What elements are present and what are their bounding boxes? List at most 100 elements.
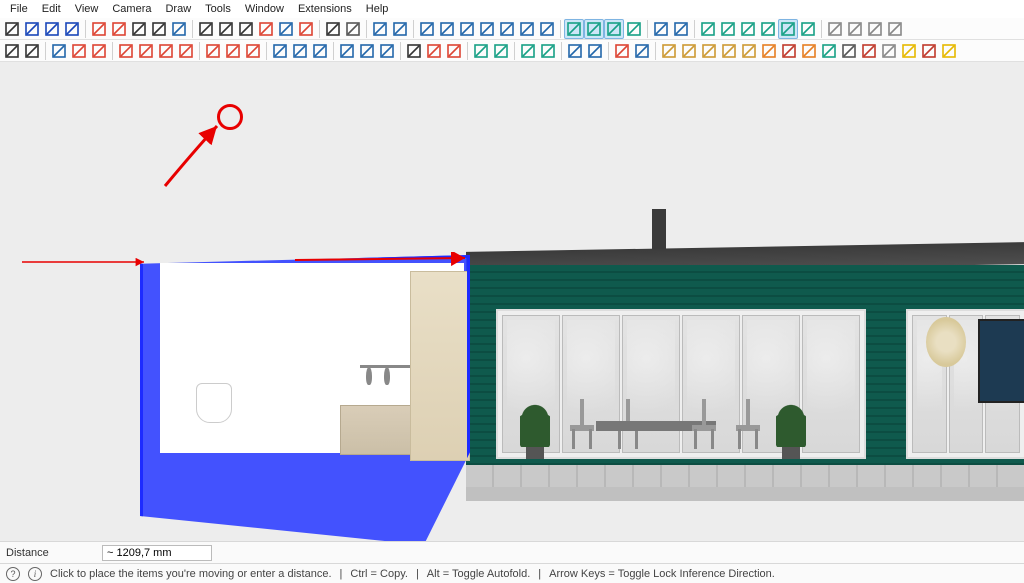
menu-help[interactable]: Help xyxy=(360,2,395,16)
solid-tools-5[interactable] xyxy=(778,19,798,39)
menu-edit[interactable]: Edit xyxy=(36,2,67,16)
settings-button[interactable] xyxy=(585,41,605,61)
plugin-a2[interactable] xyxy=(632,41,652,61)
help-icon[interactable]: ? xyxy=(6,567,20,581)
extension-button-3[interactable] xyxy=(865,19,885,39)
cube-tool[interactable] xyxy=(819,41,839,61)
folder-red-button[interactable] xyxy=(779,41,799,61)
box-tool[interactable] xyxy=(799,41,819,61)
redo-button[interactable] xyxy=(390,19,410,39)
front-view-button[interactable] xyxy=(604,19,624,39)
layers-4-button[interactable] xyxy=(538,41,558,61)
extension-button-1[interactable] xyxy=(825,19,845,39)
folder-orange-button[interactable] xyxy=(759,41,779,61)
arrow-tool[interactable] xyxy=(22,41,42,61)
zoom-2-tool[interactable] xyxy=(404,41,424,61)
look-around-tool[interactable] xyxy=(343,19,363,39)
paint-2-tool[interactable] xyxy=(739,41,759,61)
distance-input[interactable] xyxy=(102,545,212,561)
section-plane-tool[interactable] xyxy=(310,41,330,61)
iso-view-button[interactable] xyxy=(564,19,584,39)
report-button[interactable] xyxy=(565,41,585,61)
menu-window[interactable]: Window xyxy=(239,2,290,16)
selected-section-group[interactable] xyxy=(140,255,470,541)
menu-tools[interactable]: Tools xyxy=(199,2,237,16)
print-button[interactable] xyxy=(517,19,537,39)
3d-warehouse-button[interactable] xyxy=(437,19,457,39)
paint-tool[interactable] xyxy=(719,41,739,61)
extension-button-4[interactable] xyxy=(885,19,905,39)
solid-tools-2[interactable] xyxy=(718,19,738,39)
menu-file[interactable]: File xyxy=(4,2,34,16)
solid-tools-6[interactable] xyxy=(798,19,818,39)
eraser-2-tool[interactable] xyxy=(49,41,69,61)
orbit-tool[interactable] xyxy=(276,19,296,39)
menu-extensions[interactable]: Extensions xyxy=(292,2,358,16)
menu-camera[interactable]: Camera xyxy=(106,2,157,16)
plugin-a1[interactable] xyxy=(612,41,632,61)
pan-tool[interactable] xyxy=(256,19,276,39)
info-icon[interactable]: i xyxy=(28,567,42,581)
pan-2-tool[interactable] xyxy=(444,41,464,61)
outliner-button[interactable] xyxy=(671,19,691,39)
menu-draw[interactable]: Draw xyxy=(159,2,197,16)
tape-measure-tool[interactable] xyxy=(129,19,149,39)
ruler-2-tool[interactable] xyxy=(699,41,719,61)
eraser-tool[interactable] xyxy=(22,19,42,39)
cube-2-tool[interactable] xyxy=(839,41,859,61)
zoom-window-tool[interactable] xyxy=(216,19,236,39)
ruler-tool[interactable] xyxy=(679,41,699,61)
pencil-line-tool[interactable] xyxy=(659,41,679,61)
zoom-tool[interactable] xyxy=(196,19,216,39)
pyramid-tool[interactable] xyxy=(859,41,879,61)
offset-2-tool[interactable] xyxy=(377,41,397,61)
freehand-tool[interactable] xyxy=(89,41,109,61)
compass-tool[interactable] xyxy=(296,19,316,39)
walk-tool[interactable] xyxy=(323,19,343,39)
circle-tool[interactable] xyxy=(156,41,176,61)
followme-tool[interactable] xyxy=(357,41,377,61)
layers-2-button[interactable] xyxy=(491,41,511,61)
search-tool[interactable] xyxy=(2,41,22,61)
protractor-tool[interactable] xyxy=(149,19,169,39)
viewport-canvas[interactable] xyxy=(0,62,1024,541)
undo-button[interactable] xyxy=(370,19,390,39)
new-button[interactable] xyxy=(537,19,557,39)
frame-2-tool[interactable] xyxy=(939,41,959,61)
dimension-tool[interactable] xyxy=(270,41,290,61)
extension-button-2[interactable] xyxy=(845,19,865,39)
house-model[interactable] xyxy=(146,247,1024,541)
move-tool[interactable] xyxy=(203,41,223,61)
layers-1-button[interactable] xyxy=(471,41,491,61)
menu-view[interactable]: View xyxy=(69,2,105,16)
orbit-2-tool[interactable] xyxy=(424,41,444,61)
select-tool[interactable] xyxy=(2,19,22,39)
scissors-tool[interactable] xyxy=(879,41,899,61)
tag-tool[interactable] xyxy=(42,19,62,39)
model-info-button[interactable] xyxy=(417,19,437,39)
component-button[interactable] xyxy=(651,19,671,39)
polygon-tool[interactable] xyxy=(176,41,196,61)
scale-tool[interactable] xyxy=(243,41,263,61)
pencil-tool[interactable] xyxy=(69,41,89,61)
zoom-extents-tool[interactable] xyxy=(236,19,256,39)
solid-tools-1[interactable] xyxy=(698,19,718,39)
text-tool[interactable] xyxy=(290,41,310,61)
cut-button[interactable] xyxy=(477,19,497,39)
frame-tool[interactable] xyxy=(919,41,939,61)
layers-3-button[interactable] xyxy=(518,41,538,61)
copy-button[interactable] xyxy=(497,19,517,39)
curve-tool[interactable] xyxy=(899,41,919,61)
solid-tools-3[interactable] xyxy=(738,19,758,39)
offset-tool[interactable] xyxy=(109,19,129,39)
axes-tool[interactable] xyxy=(169,19,189,39)
side-view-button[interactable] xyxy=(624,19,644,39)
rotate-tool[interactable] xyxy=(223,41,243,61)
solid-tools-4[interactable] xyxy=(758,19,778,39)
crosshair-tool[interactable] xyxy=(62,19,82,39)
paste-button[interactable] xyxy=(457,19,477,39)
rectangle-tool[interactable] xyxy=(116,41,136,61)
line-tool[interactable] xyxy=(89,19,109,39)
pushpull-tool[interactable] xyxy=(337,41,357,61)
top-view-button[interactable] xyxy=(584,19,604,39)
